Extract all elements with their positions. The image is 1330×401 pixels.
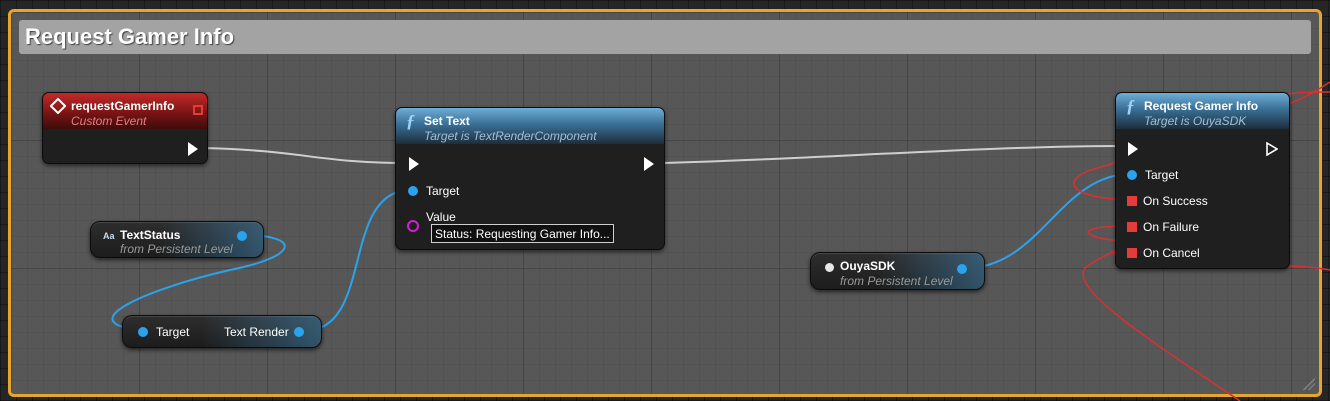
text-render-getter-node[interactable]: Target Text Render (122, 315, 322, 348)
request-gamer-info-title: Request Gamer Info (1144, 99, 1259, 113)
set-text-node[interactable]: ƒ Set Text Target is TextRenderComponent… (395, 107, 665, 250)
text-render-output-pin[interactable] (294, 327, 304, 337)
custom-event-subtitle: Custom Event (71, 114, 147, 128)
exec-wire-event-to-settext (201, 147, 405, 164)
set-text-exec-out-pin[interactable] (644, 157, 654, 171)
text-status-source: from Persistent Level (120, 242, 233, 256)
text-status-variable-node[interactable]: Aa TextStatus from Persistent Level (90, 221, 264, 258)
custom-event-header: requestGamerInfo Custom Event (43, 93, 207, 129)
on-cancel-pin[interactable] (1127, 248, 1137, 258)
request-gamer-info-subtitle: Target is OuyaSDK (1144, 114, 1247, 128)
set-text-header: ƒ Set Text Target is TextRenderComponent (396, 108, 664, 144)
on-failure-pin[interactable] (1127, 222, 1137, 232)
object-wire-ouya-to-target (965, 173, 1132, 269)
text-status-name: TextStatus (120, 228, 181, 242)
request-gamer-info-node[interactable]: ƒ Request Gamer Info Target is OuyaSDK T… (1115, 92, 1290, 269)
custom-event-icon (49, 97, 67, 115)
exec-wire-settext-to-request (657, 145, 1125, 164)
set-text-value-pin[interactable] (407, 220, 419, 232)
ouya-sdk-name: OuyaSDK (840, 259, 896, 273)
actor-type-icon (825, 263, 834, 272)
set-text-value-input[interactable]: Status: Requesting Gamer Info... (431, 224, 614, 243)
text-render-target-pin[interactable] (138, 327, 148, 337)
on-success-label: On Success (1143, 194, 1208, 208)
set-text-subtitle: Target is TextRenderComponent (424, 129, 597, 143)
custom-event-title: requestGamerInfo (71, 99, 175, 113)
event-exec-out-pin[interactable] (188, 142, 198, 156)
text-status-output-pin[interactable] (237, 231, 247, 241)
text-render-type-icon: Aa (103, 231, 115, 241)
event-delegate-pin[interactable] (193, 105, 203, 115)
text-render-target-label: Target (156, 325, 190, 339)
ouya-sdk-variable-node[interactable]: OuyaSDK from Persistent Level (810, 252, 985, 290)
ouya-sdk-output-pin[interactable] (957, 264, 967, 274)
set-text-exec-in-pin[interactable] (409, 157, 419, 171)
function-icon: ƒ (406, 111, 415, 131)
on-cancel-label: On Cancel (1143, 246, 1200, 260)
set-text-title: Set Text (424, 114, 470, 128)
function-icon: ƒ (1126, 96, 1135, 116)
custom-event-node[interactable]: requestGamerInfo Custom Event (42, 92, 208, 164)
on-success-pin[interactable] (1127, 196, 1137, 206)
request-gamer-info-header: ƒ Request Gamer Info Target is OuyaSDK (1116, 93, 1289, 129)
set-text-target-label: Target (426, 184, 460, 198)
on-failure-label: On Failure (1143, 220, 1200, 234)
set-text-target-pin[interactable] (408, 186, 418, 196)
set-text-value-label: Value (426, 210, 456, 224)
request-target-pin[interactable] (1127, 170, 1137, 180)
ouya-sdk-source: from Persistent Level (840, 274, 953, 288)
request-target-label: Target (1145, 168, 1179, 182)
text-render-output-label: Text Render (224, 325, 289, 339)
request-exec-in-pin[interactable] (1128, 142, 1138, 156)
request-exec-out-pin[interactable] (1266, 142, 1278, 156)
